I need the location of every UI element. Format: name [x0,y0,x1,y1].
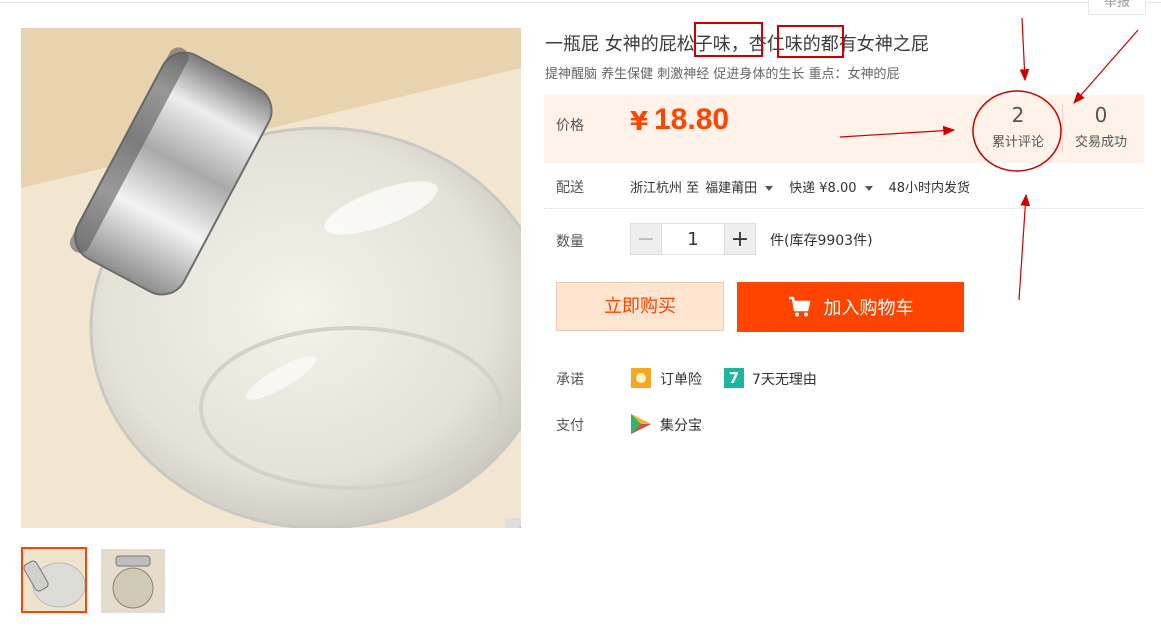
annotation-arrow [839,125,956,138]
annotation-circle [972,90,1062,172]
annotation-overlay [839,17,1139,301]
annotation-arrow [1073,29,1139,104]
annotation-arrow [1018,193,1031,301]
annotation-arrow [1019,17,1030,82]
